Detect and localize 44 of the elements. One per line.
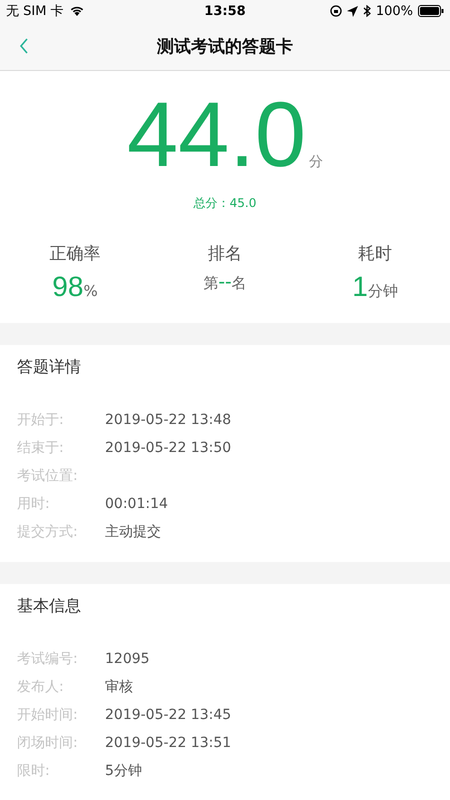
carrier-label: 无 SIM 卡	[6, 3, 64, 20]
total-score: 总分：45.0	[194, 196, 256, 210]
field-label: 考试位置:	[17, 467, 79, 485]
field-value: 2019-05-22 13:48	[105, 412, 232, 428]
bluetooth-icon	[362, 5, 371, 17]
field-label: 限时:	[17, 762, 51, 780]
stat-label: 排名	[208, 243, 242, 265]
field-value: 2019-05-22 13:51	[105, 735, 232, 751]
stat-suffix: %	[83, 282, 98, 300]
field-value: 2019-05-22 13:50	[105, 440, 232, 456]
section-title: 基本信息	[17, 596, 81, 615]
rotation-lock-icon	[330, 5, 342, 17]
stat-label: 正确率	[50, 243, 100, 265]
field-value: 2019-05-22 13:45	[105, 707, 232, 723]
field-value: 00:01:14	[105, 496, 168, 512]
wifi-icon	[68, 5, 85, 17]
stat-value: --	[218, 271, 232, 294]
location-arrow-icon	[346, 6, 358, 16]
score-unit: 分	[309, 153, 324, 171]
field-label: 闭场时间:	[17, 734, 79, 752]
battery-icon	[418, 5, 444, 17]
field-label: 开始于:	[17, 411, 65, 429]
clock-time: 13:58	[204, 4, 246, 18]
field-value: 5分钟	[105, 762, 142, 780]
stat-label: 耗时	[358, 243, 392, 265]
field-label: 考试编号:	[17, 650, 79, 668]
page-title: 测试考试的答题卡	[157, 36, 293, 58]
battery-percent: 100%	[376, 4, 413, 18]
stat-value: 98	[52, 271, 84, 303]
field-label: 用时:	[17, 495, 51, 513]
field-label: 提交方式:	[17, 523, 79, 541]
chevron-left-icon	[19, 38, 29, 54]
score-value: 44.0	[126, 89, 306, 181]
stat-suffix: 名	[232, 274, 247, 293]
field-value: 审核	[105, 678, 133, 696]
field-label: 结束于:	[17, 439, 65, 457]
stat-value: 1	[352, 271, 368, 303]
stat-suffix: 分钟	[368, 282, 398, 301]
field-label: 发布人:	[17, 678, 65, 696]
field-label: 开始时间:	[17, 706, 79, 724]
field-value: 主动提交	[105, 523, 161, 541]
stat-prefix: 第	[203, 274, 218, 293]
field-value: 12095	[105, 651, 150, 667]
section-title: 答题详情	[17, 357, 81, 376]
